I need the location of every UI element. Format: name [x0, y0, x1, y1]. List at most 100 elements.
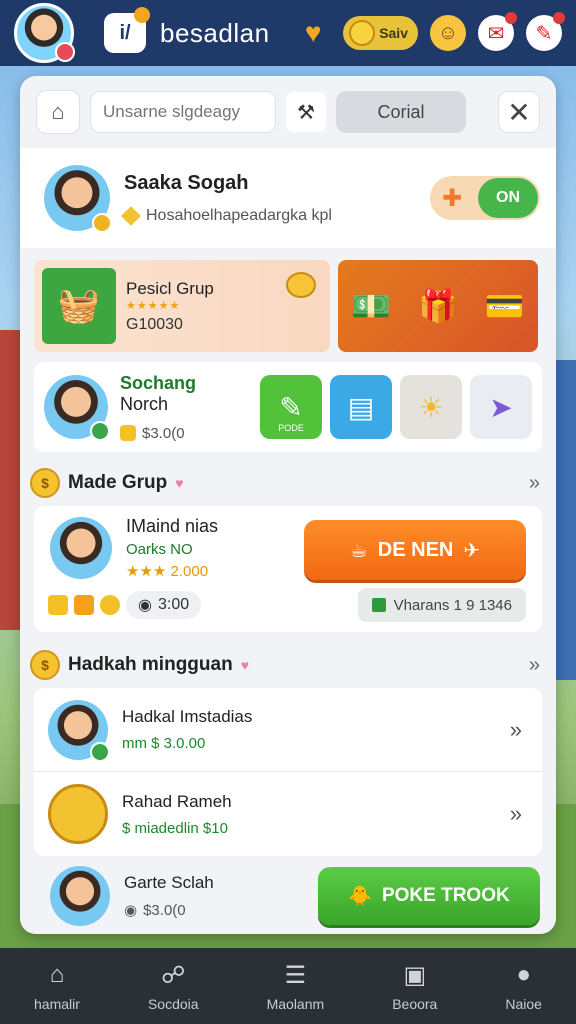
profile-name: Saaka Sogah	[124, 171, 249, 194]
home-icon: ⌂	[49, 961, 65, 988]
search-input[interactable]	[90, 91, 276, 133]
message-icon[interactable]: ▤	[330, 375, 392, 439]
list-item-name: Rahad Rameh	[122, 791, 232, 811]
app-logo-text: i/	[119, 21, 131, 44]
list-item[interactable]: Hadkal Imstadias mm $ 3.0.00 »	[34, 688, 542, 772]
plus-icon: ✚	[441, 184, 463, 212]
weekly-chevron-icon[interactable]: »	[529, 654, 540, 677]
profile-subtitle-row: Hosahoelhapeadargka kpl	[121, 205, 332, 226]
logo-notification-dot	[134, 7, 150, 23]
promo-gifts-card[interactable]: 💵 🎁 💳	[338, 260, 538, 352]
poke-avatar	[50, 866, 110, 926]
poke-action-button[interactable]: ✎ PODE	[260, 375, 322, 439]
weekly-title: Hadkah mingguan	[68, 654, 233, 675]
friend-name-rest: Norch	[120, 393, 169, 414]
nav-social[interactable]: ☍ Socdoia	[148, 960, 199, 1013]
bottom-nav: ⌂ hamalir ☍ Socdoia ☰ Maolanm ▣ Beoora ●…	[0, 948, 576, 1024]
settings-icon[interactable]: ✎	[526, 12, 565, 51]
made-group-card[interactable]: IMaind nias Oarks NO ★★★ 2.000 ☕ DE NEN …	[34, 506, 542, 632]
heart-icon[interactable]: ♥	[295, 15, 331, 51]
smile-icon[interactable]: ☺	[430, 15, 466, 51]
coin-balance-pill[interactable]: Saiv	[343, 16, 418, 50]
chevron-right-icon[interactable]: »	[529, 472, 540, 495]
chick-icon: 🐥	[348, 886, 372, 907]
profile-card[interactable]: Saaka Sogah Hosahoelhapeadargka kpl ✚ ON	[20, 148, 556, 248]
group-member-sub: Oarks NO	[126, 541, 193, 558]
promo-stars: ★★★★★	[126, 299, 181, 312]
send-icon[interactable]: ➤	[470, 375, 532, 439]
made-group-title: Made Grup	[68, 472, 168, 493]
chevron-right-icon[interactable]: »	[510, 801, 522, 827]
list-item-value: mm $ 3.0.00	[122, 735, 206, 752]
list-icon: ☰	[284, 961, 307, 989]
time-pill: ◉ 3:00	[126, 591, 202, 619]
viewers-label: Vharans 1 9 1346	[393, 596, 512, 614]
group-member-stars: ★★★ 2.000	[126, 563, 209, 580]
weekly-heart-icon: ♥	[240, 657, 249, 673]
sun-icon[interactable]: ☀	[400, 375, 462, 439]
bag-icon: ▣	[403, 961, 427, 989]
nav-list[interactable]: ☰ Maolanm	[267, 960, 325, 1013]
nav-label: Beoora	[392, 996, 438, 1012]
friend-online-badge-icon	[90, 421, 110, 441]
list-item[interactable]: Rahad Rameh $ miadedlin $10 »	[34, 772, 542, 856]
promo-title: Pesicl Grup	[126, 278, 214, 298]
user-avatar[interactable]	[14, 3, 75, 63]
poke-button[interactable]: 🐥 POKE TROOK	[318, 867, 540, 925]
gift-notification-dot	[505, 12, 517, 24]
weekly-header[interactable]: $ Hadkah mingguan ♥ »	[20, 642, 556, 688]
gold-basket-icon: 🧺	[42, 268, 116, 344]
section-coin-icon: $	[30, 468, 60, 498]
nav-label: hamalir	[34, 996, 80, 1012]
friend-card[interactable]: Sochang Norch $3.0(0 ✎ PODE ▤ ☀ ➤	[34, 362, 542, 452]
profile-icon: ●	[516, 961, 531, 988]
profile-avatar	[44, 165, 112, 233]
promo-value: G10030	[126, 315, 183, 333]
avatar-badge-icon	[55, 42, 75, 62]
coin-icon	[349, 20, 376, 46]
top-bar: i/ besadlan ♥ Saiv ☺ ✉ ✎	[0, 0, 576, 66]
corial-button[interactable]: Corial	[336, 91, 466, 133]
main-panel: ⌂ ⚒ Corial ✕ Saaka Sogah Hosahoelhapeada…	[20, 76, 556, 934]
weekly-list: Hadkal Imstadias mm $ 3.0.00 » Rahad Ram…	[34, 688, 542, 856]
group-badges: ◉ 3:00	[48, 591, 202, 619]
nav-profile[interactable]: ● Naioe	[505, 960, 542, 1012]
clock-icon: ◉	[138, 597, 152, 614]
join-button-label: DE NEN	[377, 538, 454, 561]
badge-coin-icon	[100, 595, 120, 615]
gift-icon[interactable]: ✉	[478, 12, 517, 51]
toggle-knob: ON	[478, 178, 538, 218]
poke-button-label: POKE TROOK	[381, 885, 510, 906]
badge-star-icon	[74, 595, 94, 615]
list-item-avatar	[48, 699, 110, 762]
promo-group-card[interactable]: 🧺 Pesicl Grup ★★★★★ G10030	[34, 260, 330, 352]
top-icons: ♥ Saiv ☺ ✉ ✎	[295, 12, 565, 51]
home-icon[interactable]: ⌂	[36, 90, 80, 134]
badge-crown-icon	[48, 595, 68, 615]
search-row: ⌂ ⚒ Corial ✕	[20, 76, 556, 144]
cup-icon: ☕	[349, 539, 368, 562]
made-group-header[interactable]: $ Made Grup ♥ »	[20, 460, 556, 506]
poke-value: $3.0(0	[143, 901, 186, 919]
chevron-right-icon[interactable]: »	[510, 717, 522, 743]
online-toggle[interactable]: ✚ ON	[430, 176, 540, 220]
group-member-avatar	[50, 517, 112, 579]
cash-icon: 💵	[351, 288, 392, 324]
hammer-icon[interactable]: ⚒	[286, 92, 326, 132]
viewers-pill[interactable]: Vharans 1 9 1346	[357, 588, 526, 622]
join-group-button[interactable]: ☕ DE NEN ✈	[304, 520, 526, 580]
nav-bag[interactable]: ▣ Beoora	[392, 960, 438, 1013]
poke-action-label: PODE	[278, 423, 304, 433]
group-footer: ◉ 3:00 Vharans 1 9 1346	[48, 588, 526, 622]
nav-home[interactable]: ⌂ hamalir	[34, 960, 80, 1012]
clock-icon: ◉	[124, 902, 138, 919]
close-icon[interactable]: ✕	[498, 91, 540, 133]
promo-coin-icon	[286, 272, 316, 298]
coin-stack-icon	[48, 784, 108, 844]
poke-value-row: ◉ $3.0(0	[124, 901, 214, 920]
promo-row: 🧺 Pesicl Grup ★★★★★ G10030 💵 🎁 💳	[20, 248, 556, 352]
nav-label: Naioe	[505, 996, 542, 1012]
list-item-online-icon	[90, 741, 110, 762]
viewers-icon	[371, 598, 386, 612]
poke-row: Garte Sclah ◉ $3.0(0 🐥 POKE TROOK	[20, 856, 556, 934]
